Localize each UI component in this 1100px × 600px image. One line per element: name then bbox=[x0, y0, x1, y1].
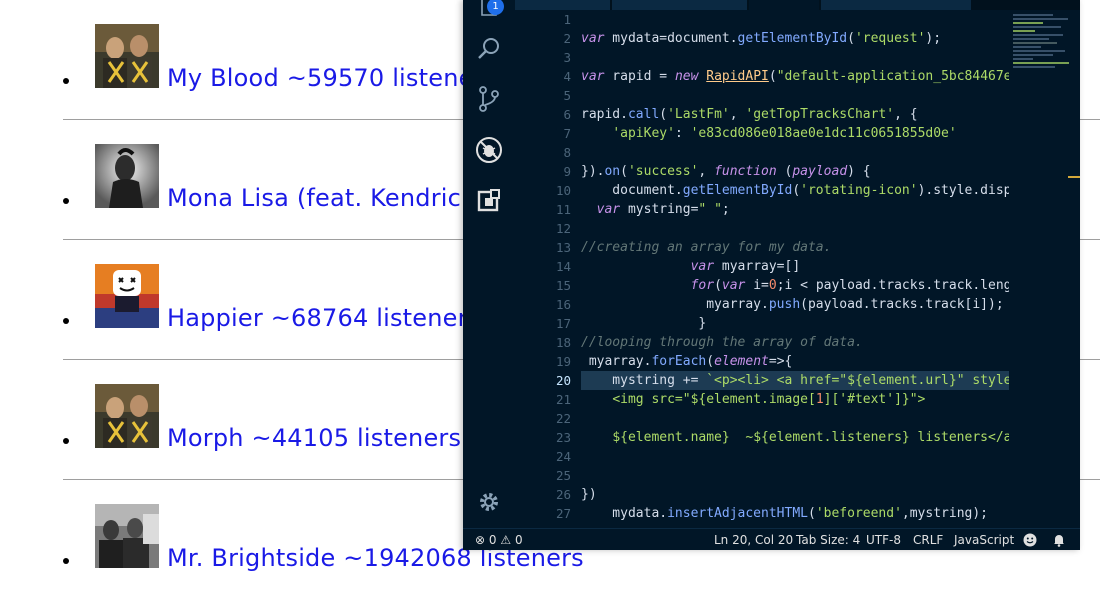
error-icon: ⊗ bbox=[475, 533, 486, 547]
line-number: 22 bbox=[555, 411, 571, 426]
album-art-image[interactable] bbox=[95, 384, 159, 448]
warning-icon: ⚠ bbox=[500, 533, 512, 547]
line-number: 5 bbox=[563, 88, 571, 103]
code-line: myarray.push(payload.tracks.track[i]); bbox=[581, 297, 1004, 312]
code-line: 'apiKey': 'e83cd086e018ae0e1dc11c0651855… bbox=[612, 126, 957, 141]
tab[interactable] bbox=[515, 0, 610, 10]
code-line: //looping through the array of data. bbox=[581, 335, 863, 350]
line-number: 18 bbox=[555, 335, 571, 350]
error-count: 0 bbox=[488, 533, 497, 547]
code-line: mystring += `<p><li> <a href="${element.… bbox=[581, 373, 1011, 388]
code-line: ${element.name} ~${element.listeners} li… bbox=[612, 430, 1011, 445]
code-line: var rapid = new RapidAPI("default-applic… bbox=[581, 69, 1011, 84]
line-number: 24 bbox=[555, 449, 571, 464]
minimap[interactable] bbox=[1009, 10, 1079, 528]
line-number: 3 bbox=[563, 50, 571, 65]
line-number: 15 bbox=[555, 278, 571, 293]
code-line: }) bbox=[581, 487, 597, 502]
feedback-smiley-icon[interactable] bbox=[1023, 529, 1037, 550]
status-bar: ⊗ 0 ⚠ 0 Ln 20, Col 20 Tab Size: 4 UTF-8 … bbox=[463, 528, 1080, 550]
line-number: 8 bbox=[563, 145, 571, 160]
code-line: for(var i=0;i < payload.tracks.track.len… bbox=[690, 278, 1011, 293]
code-line: mydata.insertAdjacentHTML('beforeend',my… bbox=[581, 506, 988, 521]
cursor-position[interactable]: Ln 20, Col 20 bbox=[714, 529, 793, 550]
line-number: 21 bbox=[555, 392, 571, 407]
explorer-badge: 1 bbox=[487, 0, 504, 15]
line-number: 2 bbox=[563, 31, 571, 46]
list-bullet bbox=[63, 558, 69, 564]
line-number: 9 bbox=[563, 164, 571, 179]
code-line: myarray.forEach(element=>{ bbox=[581, 354, 793, 369]
warning-count: 0 bbox=[514, 533, 523, 547]
line-number: 27 bbox=[555, 506, 571, 521]
line-number: 23 bbox=[555, 430, 571, 445]
album-art-image[interactable] bbox=[95, 24, 159, 88]
problems-status[interactable]: ⊗ 0 ⚠ 0 bbox=[475, 529, 523, 550]
line-number: 12 bbox=[555, 221, 571, 236]
line-number: 10 bbox=[555, 183, 571, 198]
list-bullet bbox=[63, 78, 69, 84]
tab[interactable] bbox=[612, 0, 747, 10]
debug-icon[interactable] bbox=[463, 126, 515, 174]
track-link[interactable]: Happier ~68764 listeners bbox=[167, 304, 480, 332]
line-number: 6 bbox=[563, 107, 571, 122]
list-bullet bbox=[63, 318, 69, 324]
notifications-bell-icon[interactable] bbox=[1052, 529, 1066, 550]
track-link[interactable]: Morph ~44105 listeners bbox=[167, 424, 461, 452]
code-line: var mydata=document.getElementById('requ… bbox=[581, 31, 942, 46]
line-number: 11 bbox=[555, 202, 571, 217]
code-line: var myarray=[] bbox=[690, 259, 801, 274]
code-editor-window: 1 1 2 3 4 5 6 7 8 9 10 11 12 13 14 15 16… bbox=[463, 0, 1080, 550]
line-number: 13 bbox=[555, 240, 571, 255]
code-line: } bbox=[581, 316, 707, 331]
language-mode[interactable]: JavaScript bbox=[954, 529, 1014, 550]
encoding[interactable]: UTF-8 bbox=[866, 529, 901, 550]
line-number: 16 bbox=[555, 297, 571, 312]
editor-pane[interactable]: 1 2 3 4 5 6 7 8 9 10 11 12 13 14 15 16 1… bbox=[515, 10, 1080, 528]
line-number: 7 bbox=[563, 126, 571, 141]
tab[interactable] bbox=[821, 0, 971, 10]
code-content[interactable]: var mydata=document.getElementById('requ… bbox=[581, 10, 1011, 528]
line-number: 14 bbox=[555, 259, 571, 274]
line-number: 17 bbox=[555, 316, 571, 331]
album-art-image[interactable] bbox=[95, 264, 159, 328]
activity-bar: 1 bbox=[463, 0, 516, 528]
line-number: 1 bbox=[563, 12, 571, 27]
album-art-image[interactable] bbox=[95, 504, 159, 568]
list-bullet bbox=[63, 198, 69, 204]
code-line: var mystring=" "; bbox=[596, 202, 730, 217]
code-line: }).on('success', function (payload) { bbox=[581, 164, 871, 179]
extensions-icon[interactable] bbox=[463, 176, 515, 224]
code-line: //creating an array for my data. bbox=[581, 240, 832, 255]
album-art-image[interactable] bbox=[95, 144, 159, 208]
code-line: <img src="${element.image[1]['#text']}"> bbox=[612, 392, 926, 407]
line-ending[interactable]: CRLF bbox=[913, 529, 943, 550]
scroll-indicator bbox=[1068, 176, 1080, 178]
code-line: rapid.call('LastFm', 'getTopTracksChart'… bbox=[581, 107, 918, 122]
tab-active[interactable] bbox=[751, 0, 819, 10]
tab-size[interactable]: Tab Size: 4 bbox=[796, 529, 860, 550]
line-number: 26 bbox=[555, 487, 571, 502]
editor-tab-bar bbox=[515, 0, 1080, 10]
line-number: 19 bbox=[555, 354, 571, 369]
code-line: document.getElementById('rotating-icon')… bbox=[581, 183, 1011, 198]
line-number: 25 bbox=[555, 468, 571, 483]
source-control-icon[interactable] bbox=[463, 75, 515, 123]
list-bullet bbox=[63, 438, 69, 444]
settings-gear-icon[interactable] bbox=[463, 478, 515, 526]
search-icon[interactable] bbox=[463, 25, 515, 73]
line-number-active: 20 bbox=[555, 373, 571, 388]
track-link[interactable]: My Blood ~59570 listeners bbox=[167, 64, 496, 92]
line-number: 4 bbox=[563, 69, 571, 84]
